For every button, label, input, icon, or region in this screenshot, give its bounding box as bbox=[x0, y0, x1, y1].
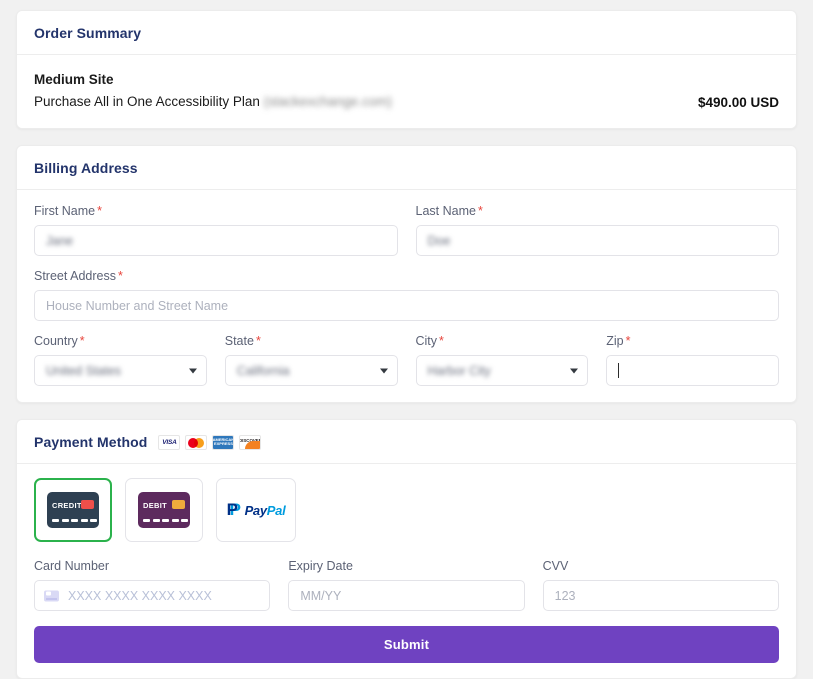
credit-card-label: CREDIT bbox=[52, 501, 82, 510]
zip-label-text: Zip bbox=[606, 334, 623, 348]
city-value: Harbor City bbox=[428, 364, 491, 378]
order-total-price: $490.00 USD bbox=[698, 69, 779, 110]
last-name-label-text: Last Name bbox=[416, 204, 476, 218]
credit-card-icon: CREDIT bbox=[47, 492, 99, 528]
order-item-plan: Purchase All in One Accessibility Plan bbox=[34, 94, 260, 109]
order-item: Medium Site Purchase All in One Accessib… bbox=[34, 69, 392, 112]
order-summary-card: Order Summary Medium Site Purchase All i… bbox=[16, 10, 797, 129]
expiry-date-input[interactable] bbox=[288, 580, 524, 611]
street-address-required: * bbox=[118, 269, 123, 283]
debit-card-icon: DEBIT bbox=[138, 492, 190, 528]
paypal-wordmark: PayPal bbox=[245, 503, 286, 518]
first-name-value: Jane bbox=[46, 234, 73, 248]
first-name-input[interactable]: Jane bbox=[34, 225, 398, 256]
country-field: Country* United States bbox=[34, 334, 207, 386]
cvv-input[interactable] bbox=[543, 580, 779, 611]
country-select-wrap: United States bbox=[34, 355, 207, 386]
paypal-monogram-icon: PP bbox=[227, 501, 242, 519]
country-select[interactable]: United States bbox=[34, 355, 207, 386]
card-number-wrap bbox=[34, 580, 270, 611]
payment-option-group: CREDIT DEBIT PP bbox=[34, 478, 779, 542]
visa-icon: VISA bbox=[158, 435, 180, 450]
order-summary-header: Order Summary bbox=[17, 11, 796, 55]
expiry-date-label: Expiry Date bbox=[288, 559, 524, 574]
mastercard-icon bbox=[185, 435, 207, 450]
payment-method-card: Payment Method VISA AMERICAN EXPRESS DIS… bbox=[16, 419, 797, 679]
payment-option-paypal[interactable]: PP PayPal bbox=[216, 478, 296, 542]
amex-label: AMERICAN EXPRESS bbox=[213, 438, 235, 447]
last-name-field: Last Name* Doe bbox=[416, 204, 780, 256]
card-number-input[interactable] bbox=[34, 580, 270, 611]
billing-address-card: Billing Address First Name* Jane Last Na… bbox=[16, 145, 797, 403]
city-select[interactable]: Harbor City bbox=[416, 355, 589, 386]
state-value: California bbox=[237, 364, 290, 378]
state-select-wrap: California bbox=[225, 355, 398, 386]
debit-card-label: DEBIT bbox=[143, 501, 167, 510]
city-field: City* Harbor City bbox=[416, 334, 589, 386]
country-label-text: Country bbox=[34, 334, 78, 348]
paypal-pal-text: Pal bbox=[267, 503, 286, 518]
state-select[interactable]: California bbox=[225, 355, 398, 386]
state-label-text: State bbox=[225, 334, 254, 348]
order-summary-body: Medium Site Purchase All in One Accessib… bbox=[17, 55, 796, 128]
card-chip-icon bbox=[81, 500, 94, 509]
order-item-description: Purchase All in One Accessibility Plan (… bbox=[34, 91, 392, 112]
street-address-label-text: Street Address bbox=[34, 269, 116, 283]
order-summary-title: Order Summary bbox=[34, 25, 141, 41]
state-label: State* bbox=[225, 334, 398, 349]
first-name-label: First Name* bbox=[34, 204, 398, 219]
billing-address-title: Billing Address bbox=[34, 160, 138, 176]
submit-button[interactable]: Submit bbox=[34, 626, 779, 663]
zip-input[interactable] bbox=[606, 355, 779, 386]
billing-address-body: First Name* Jane Last Name* Doe bbox=[17, 190, 796, 402]
payment-method-header: Payment Method VISA AMERICAN EXPRESS DIS… bbox=[17, 420, 796, 464]
card-number-field: Card Number bbox=[34, 559, 270, 611]
city-required: * bbox=[439, 334, 444, 348]
checkout-page: Order Summary Medium Site Purchase All i… bbox=[0, 0, 813, 677]
accepted-card-brands: VISA AMERICAN EXPRESS DISCOVER bbox=[158, 435, 261, 450]
first-name-required: * bbox=[97, 204, 102, 218]
card-number-dashes bbox=[52, 519, 97, 522]
paypal-logo-icon: PP PayPal bbox=[227, 501, 286, 519]
last-name-label: Last Name* bbox=[416, 204, 780, 219]
zip-label: Zip* bbox=[606, 334, 779, 349]
last-name-required: * bbox=[478, 204, 483, 218]
street-address-field: Street Address* bbox=[34, 269, 779, 321]
zip-required: * bbox=[626, 334, 631, 348]
last-name-input[interactable]: Doe bbox=[416, 225, 780, 256]
visa-label: VISA bbox=[162, 439, 176, 446]
paypal-pay-text: Pay bbox=[245, 503, 267, 518]
street-address-input[interactable] bbox=[34, 290, 779, 321]
payment-option-debit[interactable]: DEBIT bbox=[125, 478, 203, 542]
card-chip-icon bbox=[172, 500, 185, 509]
country-label: Country* bbox=[34, 334, 207, 349]
discover-icon: DISCOVER bbox=[239, 435, 261, 450]
zip-field: Zip* bbox=[606, 334, 779, 386]
last-name-value: Doe bbox=[428, 234, 451, 248]
credit-card-small-icon bbox=[44, 590, 59, 601]
country-required: * bbox=[80, 334, 85, 348]
country-value: United States bbox=[46, 364, 121, 378]
street-address-label: Street Address* bbox=[34, 269, 779, 284]
state-required: * bbox=[256, 334, 261, 348]
city-select-wrap: Harbor City bbox=[416, 355, 589, 386]
amex-icon: AMERICAN EXPRESS bbox=[212, 435, 234, 450]
text-cursor bbox=[618, 363, 619, 378]
cvv-label: CVV bbox=[543, 559, 779, 574]
order-item-site-redacted: (stackexchange.com) bbox=[264, 91, 392, 112]
city-label-text: City bbox=[416, 334, 438, 348]
payment-method-body: CREDIT DEBIT PP bbox=[17, 464, 796, 678]
state-field: State* California bbox=[225, 334, 398, 386]
cvv-field: CVV bbox=[543, 559, 779, 611]
first-name-field: First Name* Jane bbox=[34, 204, 398, 256]
billing-address-header: Billing Address bbox=[17, 146, 796, 190]
payment-option-credit[interactable]: CREDIT bbox=[34, 478, 112, 542]
card-number-label: Card Number bbox=[34, 559, 270, 574]
expiry-date-field: Expiry Date bbox=[288, 559, 524, 611]
payment-method-title: Payment Method bbox=[34, 434, 147, 450]
order-item-name: Medium Site bbox=[34, 70, 392, 89]
first-name-label-text: First Name bbox=[34, 204, 95, 218]
city-label: City* bbox=[416, 334, 589, 349]
card-number-dashes bbox=[143, 519, 188, 522]
